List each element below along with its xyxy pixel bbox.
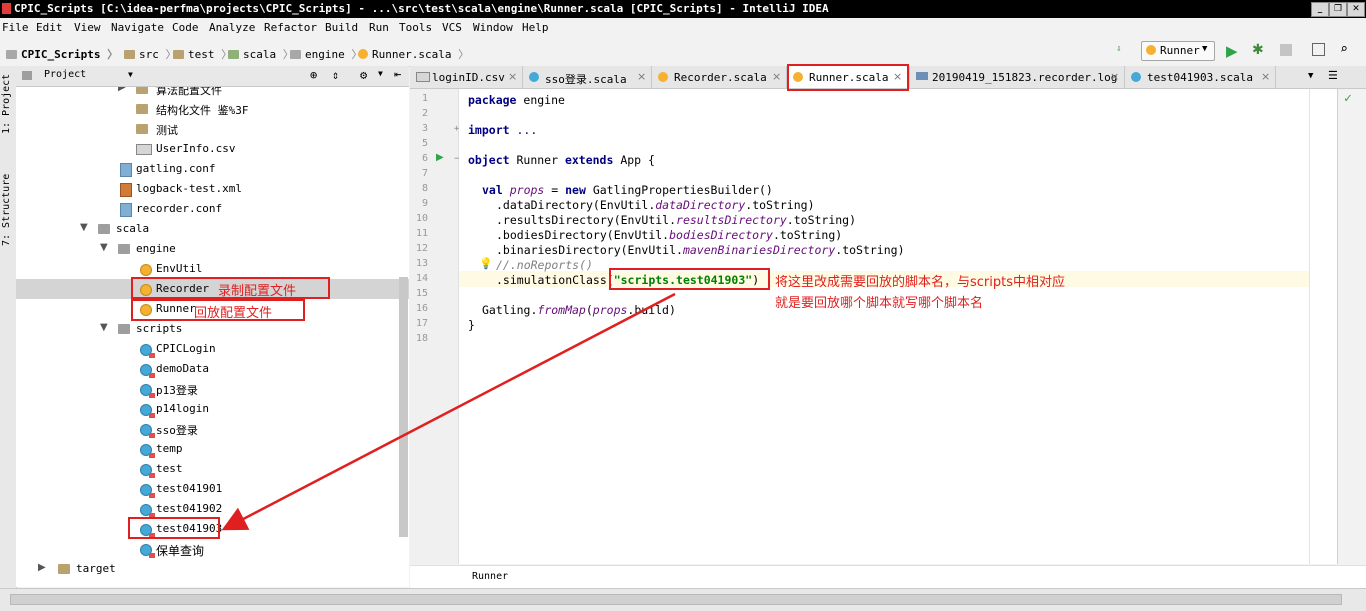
annotation-arrow-layer: [221, 292, 676, 531]
annotation-arrow: [221, 292, 676, 531]
